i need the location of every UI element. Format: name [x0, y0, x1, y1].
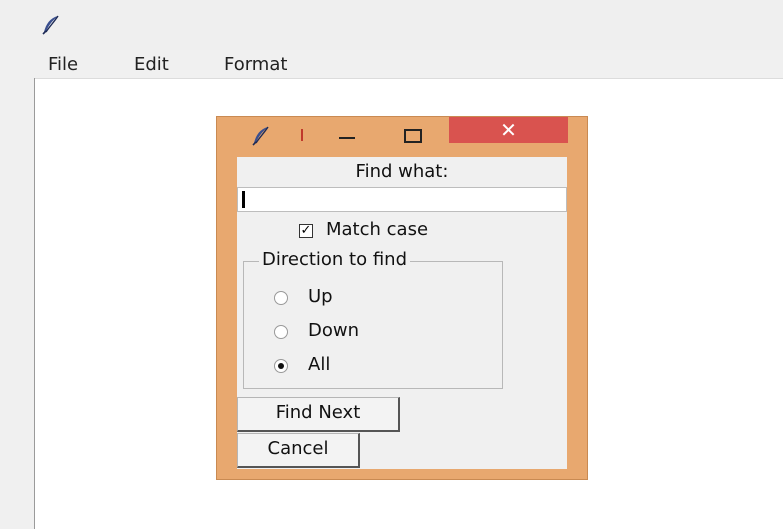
- menu-bar: File Edit Format: [0, 50, 783, 79]
- close-button[interactable]: ✕: [449, 117, 568, 143]
- feather-icon: [252, 126, 269, 146]
- dialog-client-area: Find what: ✓ Match case Direction to fin…: [237, 157, 567, 469]
- dialog-titlebar[interactable]: ✕: [217, 117, 587, 151]
- find-what-label: Find what:: [355, 161, 449, 182]
- direction-group: Direction to find Up Down All: [243, 249, 503, 389]
- maximize-button[interactable]: [395, 123, 429, 147]
- match-case-checkbox[interactable]: ✓: [299, 224, 313, 238]
- radio-down-label: Down: [308, 320, 360, 341]
- find-next-button[interactable]: Find Next: [237, 397, 400, 432]
- menu-file[interactable]: File: [48, 54, 78, 75]
- dialog-title-mark: [301, 129, 303, 141]
- menu-edit[interactable]: Edit: [134, 54, 169, 75]
- match-case-label: Match case: [326, 219, 429, 240]
- radio-selected-dot: [278, 363, 284, 369]
- menu-format[interactable]: Format: [224, 54, 287, 75]
- cancel-button[interactable]: Cancel: [237, 433, 360, 468]
- radio-down-button[interactable]: [274, 325, 288, 339]
- radio-all-label: All: [308, 354, 331, 375]
- main-titlebar: [0, 0, 783, 50]
- radio-up-label: Up: [308, 286, 333, 307]
- feather-icon: [42, 15, 59, 35]
- find-input[interactable]: [237, 187, 567, 212]
- find-dialog: ✕ Find what: ✓ Match case Direction to f…: [216, 116, 588, 480]
- text-caret: [242, 191, 245, 208]
- radio-all-button[interactable]: [274, 359, 288, 373]
- minimize-button[interactable]: [330, 123, 364, 147]
- maximize-icon: [404, 129, 422, 143]
- left-margin-strip: [0, 78, 35, 529]
- direction-group-title: Direction to find: [259, 249, 411, 270]
- minimize-icon: [339, 137, 355, 139]
- radio-up-button[interactable]: [274, 291, 288, 305]
- close-icon: ✕: [500, 118, 517, 142]
